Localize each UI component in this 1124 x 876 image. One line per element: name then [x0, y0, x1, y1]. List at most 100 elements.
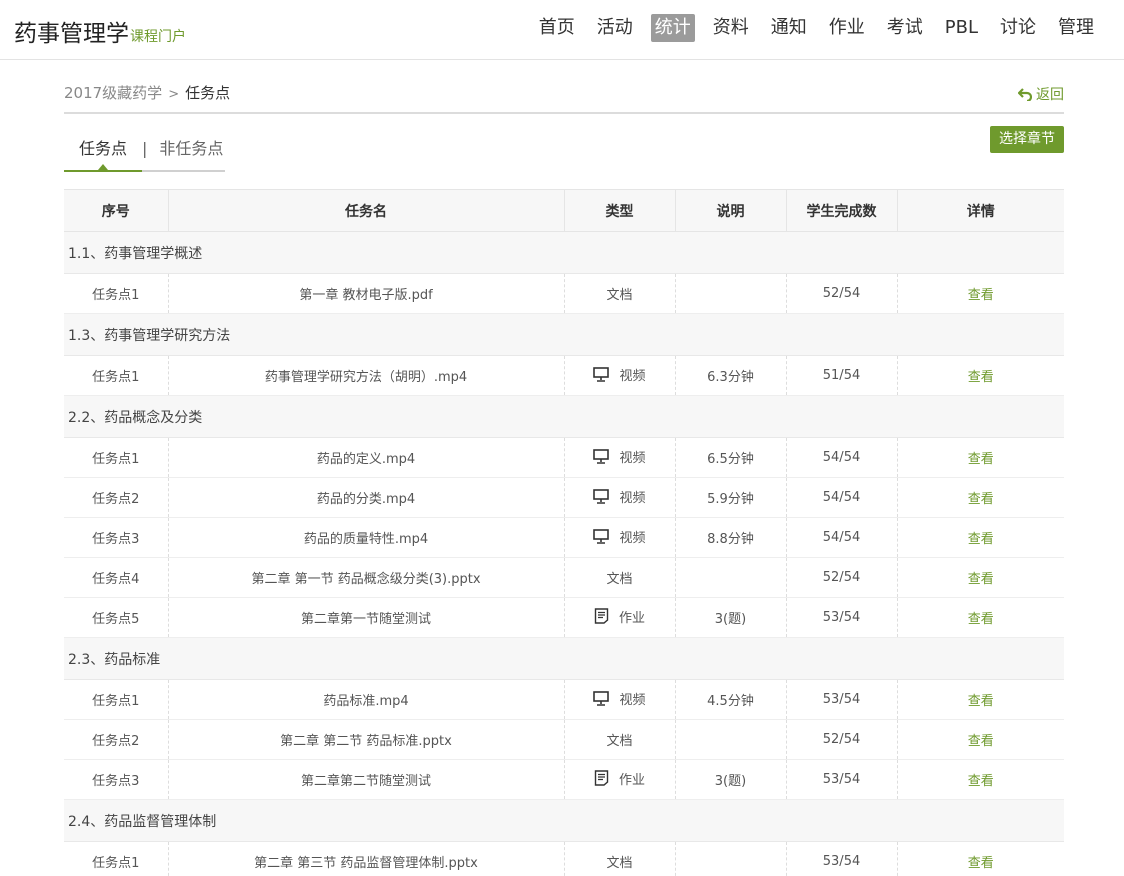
- task-type-cell: 视频: [563, 355, 675, 396]
- section-title: 2.4、药品监督管理体制: [64, 799, 1064, 842]
- section-title: 1.3、药事管理学研究方法: [64, 313, 1064, 356]
- task-detail-cell: 查看: [896, 477, 1064, 518]
- view-detail-link[interactable]: 查看: [968, 492, 994, 507]
- view-detail-link[interactable]: 查看: [968, 774, 994, 789]
- task-detail-cell: 查看: [896, 679, 1064, 720]
- view-detail-link[interactable]: 查看: [968, 612, 994, 627]
- table-row: 任务点1 药品标准.mp4 视频 4.5分钟 53/54 查看: [64, 679, 1064, 720]
- task-index-cell: 任务点5: [64, 597, 168, 638]
- col-header-type: 类型: [563, 189, 675, 232]
- monitor-icon: [593, 691, 610, 706]
- col-header-completion: 学生完成数: [785, 189, 897, 232]
- task-detail-cell: 查看: [896, 355, 1064, 396]
- task-type: 作业: [594, 607, 645, 626]
- table-row: 任务点1 第二章 第三节 药品监督管理体制.pptx 文档 53/54 查看: [64, 841, 1064, 876]
- tab-task-points[interactable]: 任务点: [64, 138, 143, 172]
- nav-item[interactable]: 活动: [593, 14, 637, 42]
- view-detail-link[interactable]: 查看: [968, 734, 994, 749]
- task-type: 文档: [606, 730, 632, 749]
- task-detail-cell: 查看: [896, 759, 1064, 800]
- view-detail-link[interactable]: 查看: [968, 288, 994, 303]
- breadcrumb: 2017级藏药学 > 任务点: [64, 82, 230, 103]
- task-completion-cell: 54/54: [785, 517, 897, 558]
- nav-item[interactable]: 统计: [650, 14, 695, 42]
- breadcrumb-parent-link[interactable]: 2017级藏药学: [64, 84, 162, 102]
- view-detail-link[interactable]: 查看: [968, 572, 994, 587]
- task-table: 序号 任务名 类型 说明 学生完成数 详情 1.1、药事管理学概述 任务点1 第一章…: [64, 189, 1064, 876]
- task-type: 视频: [593, 689, 646, 708]
- task-name-cell: 药品标准.mp4: [167, 679, 564, 720]
- task-type-cell: 文档: [563, 273, 675, 314]
- task-type-cell: 视频: [563, 679, 675, 720]
- nav-item[interactable]: 资料: [709, 14, 753, 42]
- task-type-label: 作业: [618, 610, 645, 626]
- view-detail-link[interactable]: 查看: [968, 370, 994, 385]
- tab-bar: 任务点 | 非任务点 选择章节: [64, 114, 1064, 188]
- task-name-cell: 药品的定义.mp4: [167, 437, 564, 478]
- task-index-cell: 任务点1: [64, 437, 168, 478]
- task-type-cell: 文档: [563, 557, 675, 598]
- table-row: 任务点4 第二章 第一节 药品概念级分类(3).pptx 文档 52/54 查看: [64, 557, 1064, 598]
- table-row: 任务点2 第二章 第二节 药品标准.pptx 文档 52/54 查看: [64, 719, 1064, 760]
- view-detail-link[interactable]: 查看: [968, 532, 994, 547]
- course-brand[interactable]: 药事管理学课程门户: [14, 14, 186, 48]
- task-type: 文档: [606, 568, 632, 587]
- task-type: 视频: [593, 447, 646, 466]
- view-detail-link[interactable]: 查看: [968, 452, 994, 467]
- back-button[interactable]: 返回: [1018, 84, 1064, 104]
- nav-item[interactable]: 考试: [883, 14, 927, 42]
- task-type-label: 视频: [619, 693, 646, 708]
- col-header-index: 序号: [64, 189, 168, 232]
- task-note-cell: [674, 719, 786, 760]
- nav-item[interactable]: 作业: [825, 14, 869, 42]
- task-completion-cell: 52/54: [785, 719, 897, 760]
- task-type-label: 视频: [619, 369, 646, 384]
- task-index-cell: 任务点4: [64, 557, 168, 598]
- task-name-cell: 第二章第一节随堂测试: [167, 597, 564, 638]
- nav-item[interactable]: 通知: [767, 14, 811, 42]
- task-detail-cell: 查看: [896, 273, 1064, 314]
- course-title: 药事管理学: [14, 21, 129, 47]
- view-detail-link[interactable]: 查看: [968, 694, 994, 709]
- task-type-cell: 文档: [563, 841, 675, 876]
- task-type-label: 作业: [618, 772, 645, 788]
- main-nav: 首页 活动 统计 资料 通知 作业 考试 PBL 讨论 管理: [535, 14, 1098, 42]
- col-header-detail: 详情: [896, 189, 1064, 232]
- task-type-label: 文档: [606, 288, 633, 303]
- task-type-label: 文档: [606, 734, 633, 749]
- task-note-cell: [674, 273, 786, 314]
- task-completion-cell: 51/54: [785, 355, 897, 396]
- section-title: 2.3、药品标准: [64, 637, 1064, 680]
- view-detail-link[interactable]: 查看: [968, 856, 994, 871]
- monitor-icon: [593, 449, 610, 464]
- task-type-cell: 文档: [563, 719, 675, 760]
- select-chapter-button[interactable]: 选择章节: [990, 126, 1064, 153]
- nav-item[interactable]: PBL: [941, 14, 982, 42]
- task-index-cell: 任务点2: [64, 477, 168, 518]
- col-header-task-name: 任务名: [167, 189, 564, 232]
- tab-non-task-points[interactable]: 非任务点: [147, 138, 238, 170]
- nav-item[interactable]: 管理: [1054, 14, 1098, 42]
- task-note-cell: 3(题): [674, 759, 786, 800]
- nav-item[interactable]: 讨论: [996, 14, 1040, 42]
- nav-item[interactable]: 首页: [535, 14, 579, 42]
- task-note-cell: 3(题): [674, 597, 786, 638]
- task-type-cell: 作业: [563, 759, 675, 800]
- task-detail-cell: 查看: [896, 437, 1064, 478]
- task-index-cell: 任务点2: [64, 719, 168, 760]
- task-note-cell: [674, 557, 786, 598]
- task-index-cell: 任务点1: [64, 841, 168, 876]
- task-completion-cell: 52/54: [785, 273, 897, 314]
- task-name-cell: 第二章 第一节 药品概念级分类(3).pptx: [167, 557, 564, 598]
- task-detail-cell: 查看: [896, 841, 1064, 876]
- table-row: 任务点2 药品的分类.mp4 视频 5.9分钟 54/54 查看: [64, 477, 1064, 518]
- task-name-cell: 药事管理学研究方法（胡明）.mp4: [167, 355, 564, 396]
- task-type-cell: 作业: [563, 597, 675, 638]
- breadcrumb-separator: >: [168, 87, 180, 102]
- task-type-label: 视频: [619, 451, 646, 466]
- task-name-cell: 第二章 第三节 药品监督管理体制.pptx: [167, 841, 564, 876]
- task-note-cell: 8.8分钟: [674, 517, 786, 558]
- task-index-cell: 任务点1: [64, 679, 168, 720]
- task-completion-cell: 53/54: [785, 841, 897, 876]
- task-note-cell: [674, 841, 786, 876]
